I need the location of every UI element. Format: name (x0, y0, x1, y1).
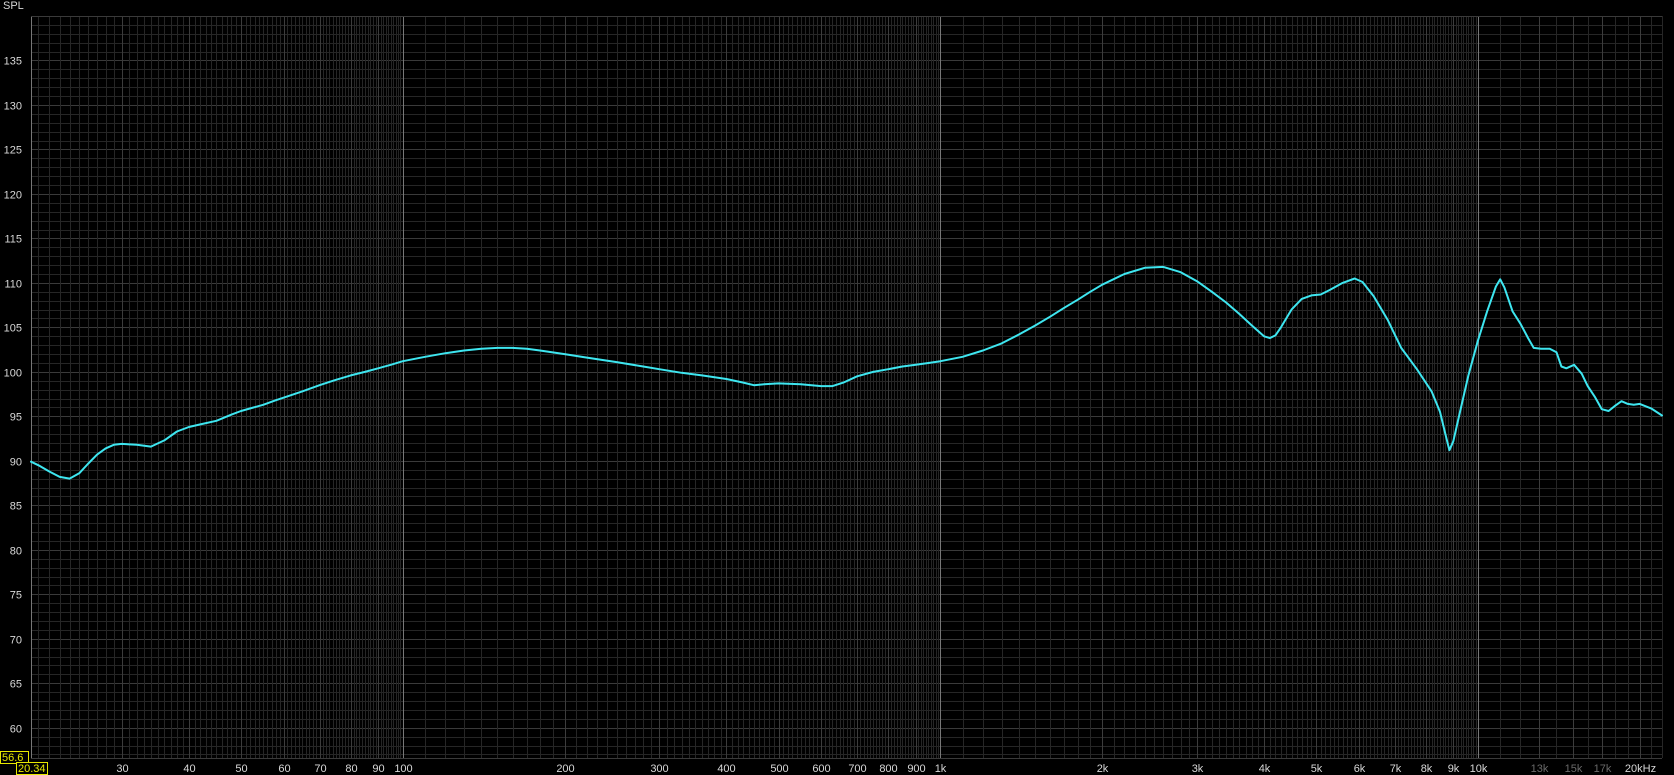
y-tick-label: 130 (4, 101, 22, 113)
x-min-readout-text: 20.34 (18, 763, 46, 775)
x-tick-label: 500 (770, 763, 788, 775)
x-tick-label: 80 (345, 763, 357, 775)
x-tick-label: 2k (1097, 763, 1109, 775)
x-tick-label: 8k (1421, 763, 1433, 775)
y-tick-label: 115 (4, 234, 22, 246)
x-tick-label: 90 (372, 763, 384, 775)
x-tick-label: 1k (935, 763, 947, 775)
x-tick-label: 900 (907, 763, 925, 775)
y-axis-label: SPL (3, 0, 24, 12)
y-tick-label: 75 (10, 590, 22, 602)
y-tick-label: 90 (10, 457, 22, 469)
y-tick-label: 105 (4, 323, 22, 335)
x-tick-label: 9k (1448, 763, 1460, 775)
x-tick-label: 200 (556, 763, 574, 775)
x-axis-ticks: 30 40 50 60 70 80 90 100 200 300 400 500 600 700 800 90… (116, 763, 1656, 775)
y-tick-label: 80 (10, 546, 22, 558)
x-tick-label: 400 (717, 763, 735, 775)
x-tick-label: 15k (1565, 763, 1583, 775)
x-tick-label: 40 (183, 763, 195, 775)
x-tick-label: 3k (1192, 763, 1204, 775)
x-tick-label: 10k (1470, 763, 1488, 775)
x-tick-label: 30 (116, 763, 128, 775)
y-tick-label: 125 (4, 145, 22, 157)
y-tick-label: 85 (10, 501, 22, 513)
y-tick-label: 95 (10, 412, 22, 424)
x-tick-label: 60 (278, 763, 290, 775)
x-tick-label: 7k (1390, 763, 1402, 775)
x-tick-label: 700 (848, 763, 866, 775)
x-tick-label: 13k (1531, 763, 1549, 775)
frequency-response-chart: 60 65 70 75 80 85 90 95 100 105 110 115 120 125 130 135… (0, 0, 1674, 775)
x-tick-label: 70 (314, 763, 326, 775)
y-tick-label: 135 (4, 56, 22, 68)
x-tick-label: 20kHz (1625, 763, 1656, 775)
y-tick-label: 70 (10, 635, 22, 647)
x-tick-label: 17k (1594, 763, 1612, 775)
x-tick-label: 100 (394, 763, 412, 775)
y-tick-label: 110 (4, 279, 22, 291)
x-tick-label: 4k (1259, 763, 1271, 775)
x-tick-label: 50 (235, 763, 247, 775)
x-tick-label: 5k (1311, 763, 1323, 775)
x-tick-label: 6k (1354, 763, 1366, 775)
x-tick-label: 600 (812, 763, 830, 775)
y-tick-label: 65 (10, 679, 22, 691)
y-tick-label: 120 (4, 190, 22, 202)
x-tick-label: 800 (879, 763, 897, 775)
x-min-readout: 20.34 (16, 762, 48, 775)
x-tick-label: 300 (650, 763, 668, 775)
y-tick-label: 60 (10, 724, 22, 736)
y-tick-label: 100 (4, 368, 22, 380)
